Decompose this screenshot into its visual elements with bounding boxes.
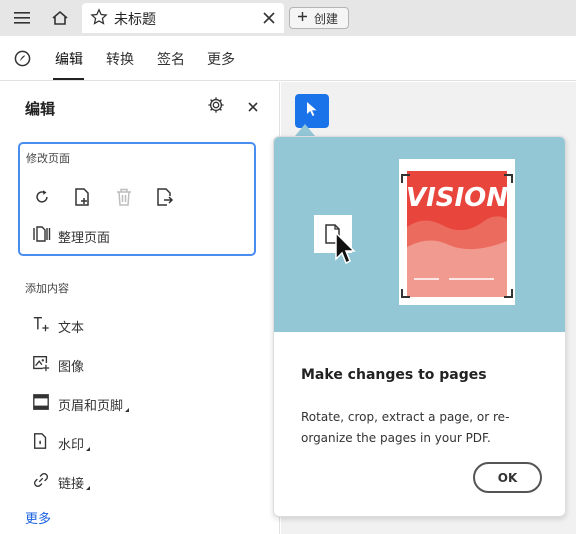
add-text-button[interactable]: 文本 — [32, 315, 84, 337]
add-image-icon — [32, 354, 50, 376]
watermark-icon — [32, 432, 50, 454]
plus-icon — [297, 11, 308, 25]
edit-panel: 编辑 修改页面 整理页面 添加内容 文本 图像 页眉和页脚 水印 链接 更多 — [0, 82, 280, 534]
document-tab[interactable]: 未标题 — [82, 3, 284, 33]
popover-illustration: VISION — [274, 137, 565, 332]
select-tool-button[interactable] — [295, 94, 329, 128]
submenu-indicator-icon — [86, 486, 91, 490]
star-icon[interactable] — [90, 8, 108, 30]
coachmark-popover: VISION Make changes to pages Rotate, cro… — [273, 136, 566, 517]
link-icon — [32, 471, 50, 493]
home-icon[interactable] — [50, 8, 70, 28]
add-image-label: 图像 — [58, 359, 85, 375]
link-button[interactable]: 链接 — [32, 471, 91, 493]
watermark-label: 水印 — [58, 437, 85, 453]
submenu-indicator-icon — [86, 447, 91, 451]
delete-icon — [113, 186, 135, 208]
modify-pages-box: 修改页面 整理页面 — [18, 142, 256, 256]
panel-title: 编辑 — [25, 100, 56, 118]
add-image-button[interactable]: 图像 — [32, 354, 84, 376]
more-link[interactable]: 更多 — [25, 508, 51, 527]
popover-description: Rotate, crop, extract a page, or re-orga… — [301, 410, 510, 445]
header-footer-button[interactable]: 页眉和页脚 — [32, 393, 130, 415]
add-text-label: 文本 — [58, 320, 85, 336]
create-button[interactable]: 创建 — [289, 7, 349, 29]
menu-more[interactable]: 更多 — [207, 49, 235, 69]
rotate-icon[interactable] — [31, 186, 53, 208]
add-content-heading: 添加内容 — [25, 282, 69, 295]
organize-pages-button[interactable]: 整理页面 — [33, 226, 110, 246]
active-tab-indicator — [53, 78, 84, 80]
link-label: 链接 — [58, 476, 85, 492]
header-footer-icon — [32, 393, 50, 415]
main-toolbar: 编辑 转换 签名 更多 — [0, 36, 576, 81]
menu-sign[interactable]: 签名 — [157, 49, 185, 69]
modify-pages-heading: 修改页面 — [26, 152, 70, 165]
organize-pages-icon — [33, 226, 51, 246]
menu-edit[interactable]: 编辑 — [55, 49, 83, 69]
poster-text: VISION — [406, 183, 508, 213]
panel-close-icon[interactable] — [247, 98, 259, 117]
acrobat-logo-icon[interactable] — [14, 50, 31, 71]
popover-pointer — [295, 124, 315, 136]
insert-page-icon[interactable] — [72, 186, 94, 208]
header-footer-label: 页眉和页脚 — [58, 398, 124, 414]
create-button-label: 创建 — [314, 11, 339, 26]
extract-page-icon[interactable] — [154, 186, 176, 208]
add-text-icon — [32, 315, 50, 337]
submenu-indicator-icon — [125, 408, 130, 412]
ok-button[interactable]: OK — [473, 462, 542, 493]
tab-title: 未标题 — [114, 12, 156, 28]
close-icon[interactable] — [262, 10, 276, 29]
menu-convert[interactable]: 转换 — [106, 49, 134, 69]
hamburger-menu-icon[interactable] — [12, 8, 32, 28]
gear-icon[interactable] — [207, 96, 225, 118]
organize-pages-label: 整理页面 — [58, 230, 111, 246]
tab-bar: 未标题 创建 — [0, 0, 576, 36]
watermark-button[interactable]: 水印 — [32, 432, 91, 454]
select-pointer-icon — [305, 101, 319, 121]
popover-title: Make changes to pages — [301, 367, 487, 383]
